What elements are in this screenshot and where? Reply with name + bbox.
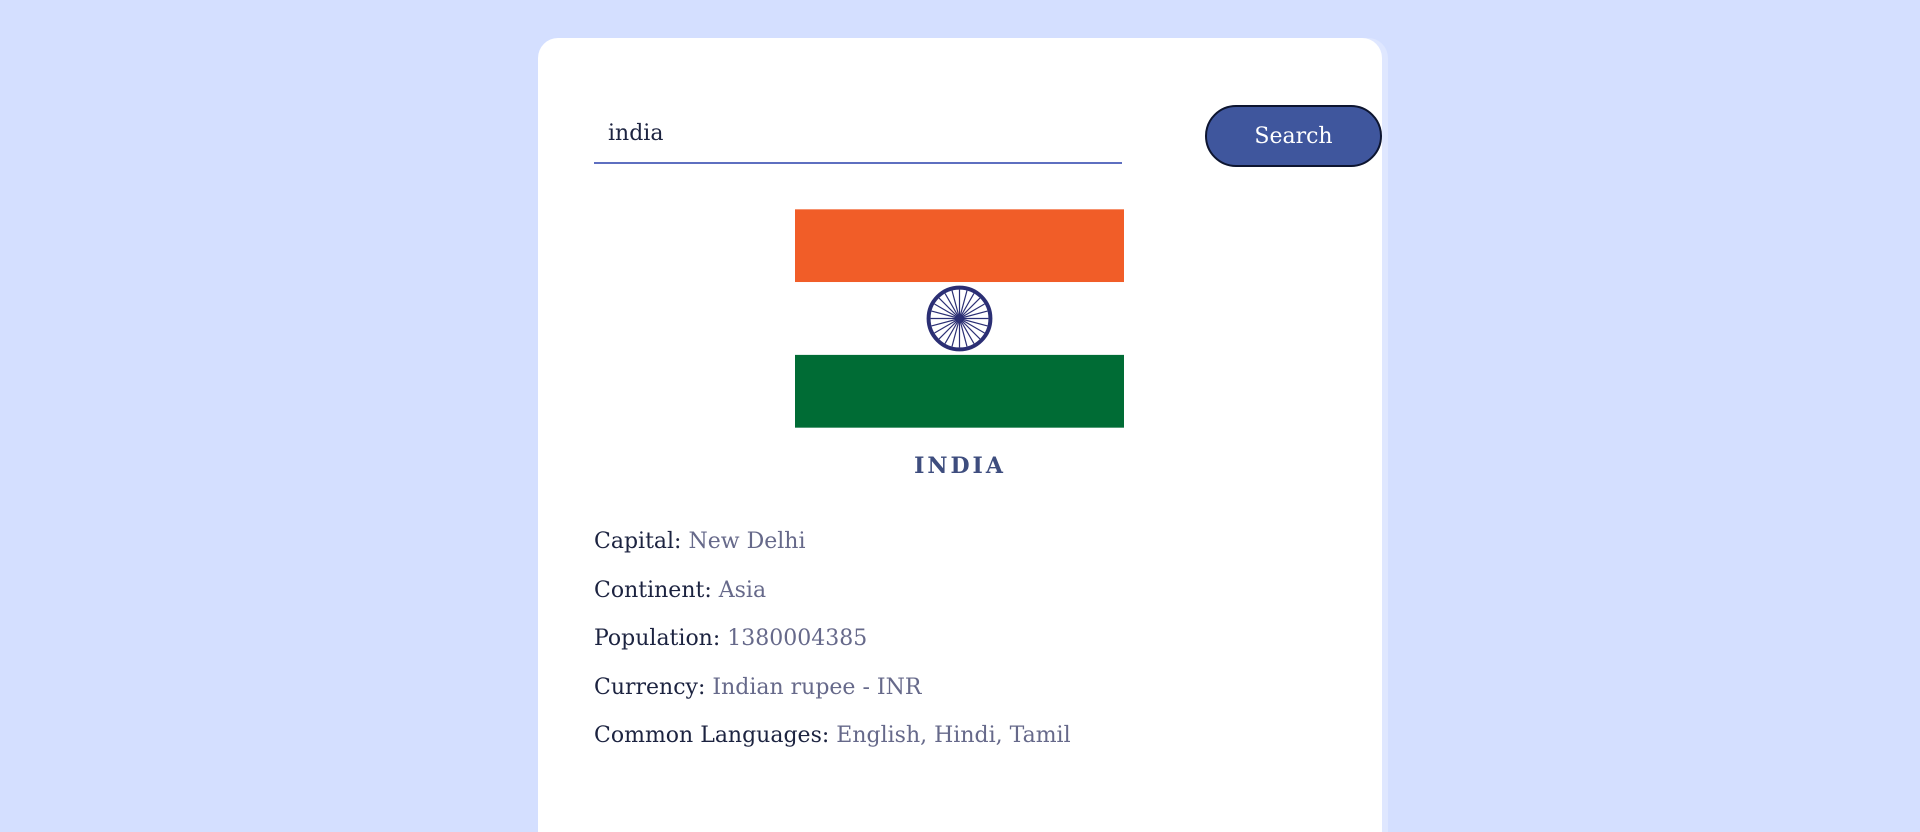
search-input[interactable] (594, 104, 1122, 164)
detail-label: Population: (594, 626, 721, 652)
detail-label: Capital: (594, 529, 682, 554)
search-row: Search (594, 104, 1382, 168)
detail-label: Currency: (594, 674, 706, 700)
detail-languages: Common Languages: English, Hindi, Tamil (594, 712, 1334, 761)
detail-currency: Currency: Indian rupee - INR (594, 664, 1334, 713)
detail-label: Common Languages: (594, 723, 830, 749)
detail-value: New Delhi (688, 529, 806, 554)
detail-capital: Capital: New Delhi (594, 518, 1334, 567)
flag-saffron-band (795, 209, 1124, 283)
flag-image (795, 209, 1124, 428)
detail-label: Continent: (594, 577, 712, 603)
detail-value: 1380004385 (727, 626, 868, 652)
detail-population: Population: 1380004385 (594, 615, 1334, 664)
detail-value: Indian rupee - INR (712, 674, 922, 700)
country-name: INDIA (914, 453, 1006, 479)
search-button[interactable]: Search (1205, 105, 1382, 167)
country-details: Capital: New Delhi Continent: Asia Popul… (594, 518, 1334, 761)
detail-value: English, Hindi, Tamil (836, 723, 1071, 749)
detail-value: Asia (718, 577, 767, 603)
ashoka-chakra-icon (926, 285, 993, 352)
flag-green-band (795, 354, 1124, 428)
country-card: Search INDIA Capital: New Delhi Continen… (538, 38, 1382, 832)
detail-continent: Continent: Asia (594, 567, 1334, 616)
